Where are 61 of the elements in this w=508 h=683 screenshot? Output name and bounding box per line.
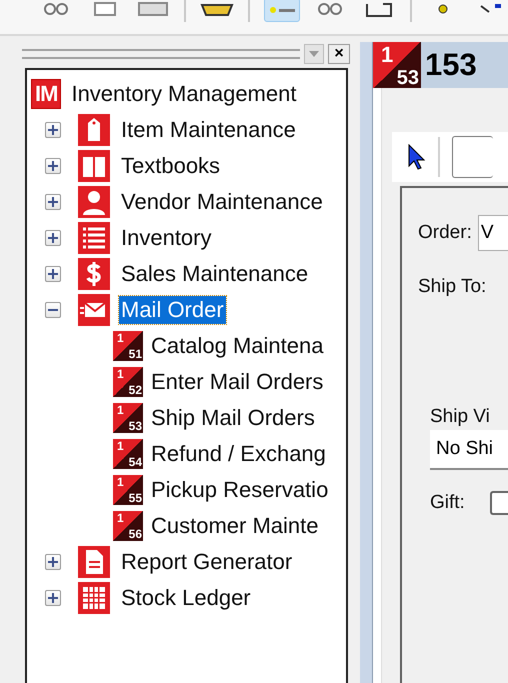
pane-grip[interactable] [22,49,300,59]
number-badge: 1 54 [113,439,143,469]
list-icon [77,221,111,255]
document-icon [77,545,111,579]
tree-item[interactable]: Sales Maintenance [119,260,310,288]
number-badge: 1 53 [373,42,421,88]
tree-item[interactable]: Catalog Maintena [149,332,326,360]
expand-toggle[interactable] [45,554,61,570]
tree-item[interactable]: Inventory Management [69,80,298,108]
tree-item[interactable]: Textbooks [119,152,222,180]
app-logo: IM [31,79,62,109]
plus-icon [48,197,58,207]
number-badge: 1 51 [113,331,143,361]
tree-item[interactable]: Customer Mainte [149,512,321,540]
book-icon [77,149,111,183]
plus-icon [48,233,58,243]
window-title: 153 [425,47,477,83]
dropdown-field[interactable]: No Shi [430,430,508,470]
plus-icon [48,125,58,135]
tree-item[interactable]: Inventory [119,224,214,252]
expand-toggle[interactable] [45,194,61,210]
plus-icon [48,269,58,279]
tree-item[interactable]: Ship Mail Orders [149,404,317,432]
expand-toggle[interactable] [45,590,61,606]
expand-toggle[interactable] [45,230,61,246]
tree-item[interactable]: Pickup Reservatio [149,476,330,504]
grid-icon [77,581,111,615]
expand-toggle[interactable] [45,302,61,318]
plus-icon [48,161,58,171]
expand-toggle[interactable] [45,266,61,282]
number-badge: 1 55 [113,475,143,505]
tree-item[interactable]: Enter Mail Orders [149,368,326,396]
tree-item[interactable]: Refund / Exchang [149,440,328,468]
field-label: Ship Vi [430,406,490,427]
plus-icon [48,557,58,567]
field-label: Order: [418,222,472,244]
expand-toggle[interactable] [45,158,61,174]
frame-icon [364,0,393,18]
tree-item[interactable]: Vendor Maintenance [119,188,325,216]
plus-icon [48,593,58,603]
dot-icon [438,4,448,14]
caret-icon [309,51,319,57]
expand-toggle[interactable] [45,122,61,138]
input-field[interactable]: V [478,215,508,251]
tag-icon [77,113,111,147]
tree-item[interactable]: Stock Ledger [119,584,253,612]
tree-item[interactable]: Report Generator [119,548,294,576]
field-label: Ship To: [418,276,486,298]
field-label: Gift: [430,492,465,514]
dollar-icon [77,257,111,291]
checkbox[interactable] [490,491,508,515]
person-icon [77,185,111,219]
tray-icon [200,1,234,17]
number-badge: 1 52 [113,367,143,397]
envelope-icon [77,293,111,327]
tree-item[interactable]: Item Maintenance [119,116,298,144]
number-badge: 1 53 [113,403,143,433]
close-button[interactable]: × [328,44,350,64]
pointer-icon[interactable] [408,144,426,170]
tree-item[interactable]: Mail Order [119,296,226,324]
number-badge: 1 56 [113,511,143,541]
